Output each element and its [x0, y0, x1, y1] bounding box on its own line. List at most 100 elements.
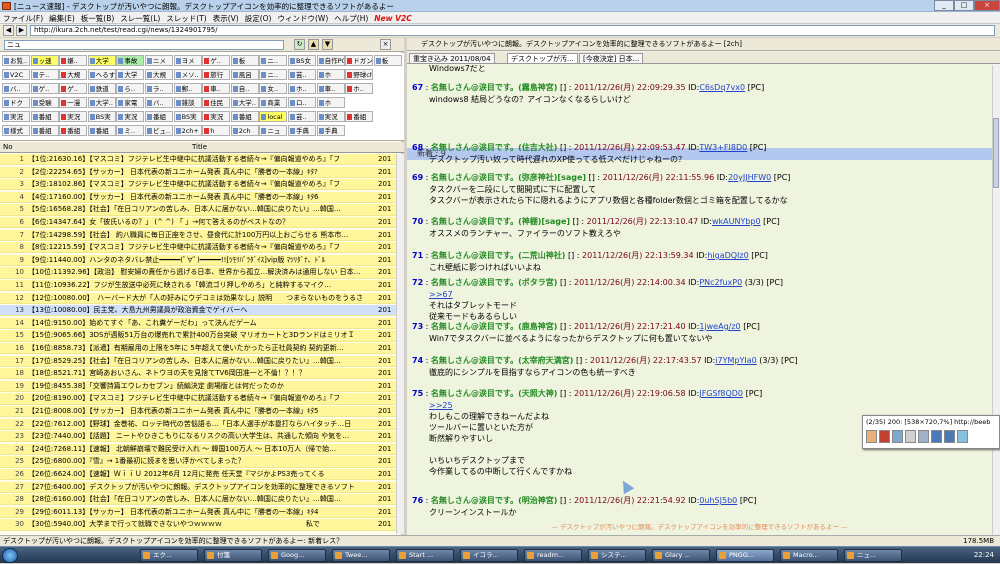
url-input[interactable]: http://ikura.2ch.net/test/read.cgi/news/…	[30, 25, 995, 36]
board-button[interactable]: ドク	[2, 97, 30, 108]
board-button[interactable]: 女..	[259, 83, 288, 94]
thread-row[interactable]: 16 【16位:8858.73】【派遣】有期雇用の上限を5年に 5年超えて使いたか…	[0, 343, 396, 355]
board-button[interactable]: 番組	[59, 125, 88, 136]
thread-row[interactable]: 27 【27位:6400.00】デスクトップが汚いやつに朗報。デスクトップアイコン…	[0, 481, 396, 493]
thumbnail[interactable]	[931, 430, 942, 443]
post-id-link[interactable]: TW3+FI8D0	[699, 143, 747, 152]
board-button[interactable]: お覧..	[2, 55, 30, 66]
board-button[interactable]: テ..	[30, 69, 59, 80]
board-button[interactable]: ゲ..	[202, 55, 231, 66]
anchor-link[interactable]: >>67	[429, 289, 453, 300]
tab-bookmark[interactable]: 重宝き込み 2011/08/04	[409, 53, 495, 64]
menu-help[interactable]: ヘルプ(H)	[331, 12, 371, 24]
thread-row[interactable]: 29 【29位:6011.13】【サッカー】 日本代表の新ユニホーム発表 真ん中に…	[0, 506, 396, 518]
thread-row[interactable]: 6 【6位:14347.64】女「彼氏いるの？」 (^ ^) 「 」→何て答えるの…	[0, 217, 396, 229]
thread-row[interactable]: 30 【30位:5940.00】大学まで行って就職できないやつｗｗｗｗ 私で 201	[0, 519, 396, 531]
board-button[interactable]: 実況	[59, 111, 88, 122]
close-button[interactable]: ×	[974, 0, 1000, 11]
board-button[interactable]: 実況	[2, 111, 30, 122]
menu-thread[interactable]: スレッド(T)	[163, 12, 209, 24]
thread-row[interactable]: 2 【2位:22254.65】【サッカー】 日本代表の新ユニホーム発表 真ん中に「…	[0, 166, 396, 178]
thread-row[interactable]: 13 【13位:10080.00】民主党、大島九州男議員が政治資金でゲイバーへ 20…	[0, 305, 396, 317]
thread-row[interactable]: 20 【20位:8190.00】【マスコミ】フジテレビ生中継中に抗議活動する者続々…	[0, 393, 396, 405]
taskbar-button[interactable]: Twee...	[332, 549, 390, 562]
board-button[interactable]: BS実	[87, 111, 116, 122]
taskbar-button[interactable]: Macro...	[780, 549, 838, 562]
board-button[interactable]: 番組	[30, 111, 59, 122]
thread-row[interactable]: 15 【15位:9065.66】3DSが週販51万台の爆売れで累計400万台突破 …	[0, 330, 396, 342]
menu-edit[interactable]: 編集(E)	[46, 12, 78, 24]
taskbar-button[interactable]: PNGG...	[716, 549, 774, 562]
board-button[interactable]: 家電	[116, 97, 145, 108]
thumbnail[interactable]	[892, 430, 903, 443]
board-button[interactable]: BS実	[173, 111, 202, 122]
board-button[interactable]: 手典	[316, 125, 345, 136]
thread-row[interactable]: 3 【3位:18102.86】【マスコミ】フジテレビ生中継中に抗議活動する者続々→…	[0, 179, 396, 191]
board-button[interactable]: 受験	[30, 97, 59, 108]
board-button[interactable]: ホ..	[288, 83, 316, 94]
board-button[interactable]: 2ch	[230, 125, 259, 136]
thread-row[interactable]: 22 【22位:7612.00】【野球】金巻祐、ロッテ時代の苦悩語る…「日本人選手…	[0, 418, 396, 430]
thumbnail[interactable]	[957, 430, 968, 443]
board-button[interactable]: 実況	[116, 111, 145, 122]
maximize-button[interactable]: □	[954, 0, 974, 11]
board-button[interactable]: 商業	[259, 97, 288, 108]
board-button[interactable]: ニメ	[145, 55, 173, 66]
tab-current-thread[interactable]: デスクトップが汚...	[507, 53, 578, 64]
board-button[interactable]: ミ..	[116, 125, 145, 136]
board-button[interactable]: 車..	[202, 83, 231, 94]
down-icon[interactable]: ▼	[322, 39, 333, 50]
board-button[interactable]: 野球ch	[345, 69, 374, 80]
thread-row[interactable]: 14 【14位:9150.00】始めてすぐ「あ、これ糞ゲーだわ」って決んだゲーム 2…	[0, 317, 396, 329]
thread-row[interactable]: 17 【17位:8529.25】【社会】「在日コリアンの苦しみ、日本人に届かない……	[0, 355, 396, 367]
thread-row[interactable]: 24 【24位:7268.11】【速報】 北朝鮮崩壊で難民受け入れ ～ 韓国100…	[0, 443, 396, 455]
taskbar-button[interactable]: イコラ...	[460, 549, 518, 562]
board-button[interactable]: 番組	[30, 125, 59, 136]
board-button[interactable]: h	[202, 125, 231, 136]
minimize-button[interactable]: _	[934, 0, 954, 11]
board-button[interactable]: バ..	[2, 83, 30, 94]
post-id-link[interactable]: i7YMpYIa0	[715, 356, 756, 365]
board-button[interactable]: ニ..	[259, 69, 288, 80]
board-button[interactable]: 実況	[202, 111, 231, 122]
taskbar-button[interactable]: ニュ...	[844, 549, 902, 562]
taskbar-button[interactable]: Goog...	[268, 549, 326, 562]
board-button[interactable]: 鉄道	[87, 83, 116, 94]
thread-row[interactable]: 4 【4位:17160.00】【サッカー】 日本代表の新ユニホーム発表 真ん中に「…	[0, 191, 396, 203]
board-button[interactable]: メソ..	[173, 69, 202, 80]
thread-row[interactable]: 21 【21位:8008.00】【サッカー】 日本代表の新ユニホーム発表 真ん中に…	[0, 406, 396, 418]
board-button[interactable]: 大学	[87, 55, 116, 66]
post-number[interactable]: 70	[412, 217, 423, 226]
board-button[interactable]: ドガン	[345, 55, 374, 66]
start-button[interactable]	[2, 548, 18, 563]
board-button[interactable]: 自..	[230, 83, 259, 94]
board-button[interactable]: 雑談	[173, 97, 202, 108]
post-id-link[interactable]: C6sDq7vx0	[699, 83, 745, 92]
board-button[interactable]: 番組	[87, 125, 116, 136]
tab-other-thread[interactable]: [今夜決定] 日本...	[579, 53, 644, 64]
post-number[interactable]: 67	[412, 83, 423, 92]
board-button[interactable]: 板	[373, 55, 402, 66]
board-button[interactable]: ラ..	[145, 83, 173, 94]
board-button[interactable]: 旅行	[202, 69, 231, 80]
post-id-link[interactable]: wkAUNYbp0	[712, 217, 761, 226]
board-button[interactable]: 一漫	[59, 97, 88, 108]
post-number[interactable]: 69	[412, 173, 423, 182]
board-button[interactable]: ホ..	[345, 83, 374, 94]
thread-row[interactable]: 7 【7位:14298.59】【社会】 約八職員に毎日正座をさせ、昼食代に計100…	[0, 229, 396, 241]
thread-row[interactable]: 10 【10位:11392.96】【政治】 慰安婦の責任から逃げる日本、世界から孤…	[0, 267, 396, 279]
board-button[interactable]: 風呂	[230, 69, 259, 80]
post-id-link[interactable]: higaDQIz0	[707, 251, 748, 260]
taskbar-button[interactable]: エク...	[140, 549, 198, 562]
board-button[interactable]: 自作PC	[316, 55, 345, 66]
thread-row[interactable]: 1 【1位:21630.16】【マスコミ】フジテレビ生中継中に抗議活動する者続々→…	[0, 154, 396, 166]
board-button[interactable]: 住民	[202, 97, 231, 108]
post-number[interactable]: 73	[412, 322, 423, 331]
board-button[interactable]: バ..	[145, 97, 173, 108]
board-button[interactable]: 実況	[316, 111, 345, 122]
col-no[interactable]: No	[3, 143, 13, 151]
board-button[interactable]: ゲ..	[59, 83, 88, 94]
post-number[interactable]: 75	[412, 389, 423, 398]
board-button[interactable]: BS女	[288, 55, 316, 66]
board-button[interactable]: 大規	[145, 69, 173, 80]
